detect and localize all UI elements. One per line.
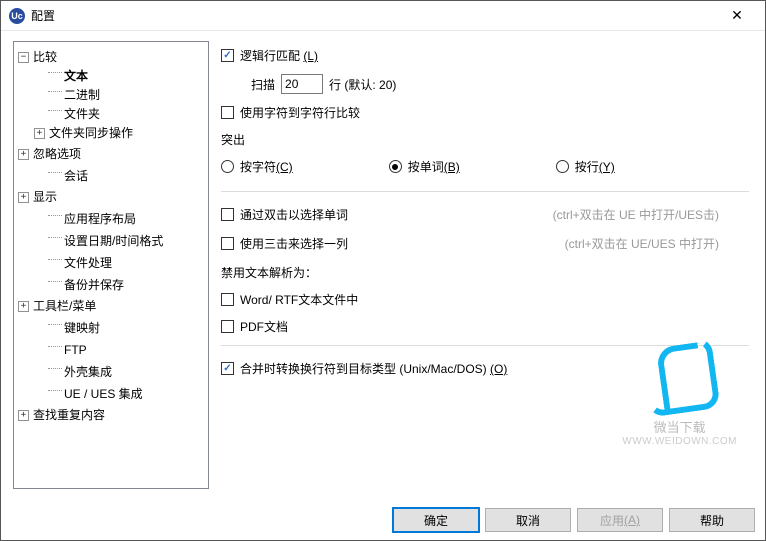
- tree-label: 文件夹同步操作: [49, 124, 133, 143]
- tree-item-ftp[interactable]: FTP: [16, 338, 206, 360]
- tree-label: 二进制: [64, 86, 100, 105]
- pdf-checkbox[interactable]: [221, 320, 234, 333]
- tree-item-ue-integration[interactable]: UE / UES 集成: [16, 382, 206, 404]
- watermark-text2: WWW.WEIDOWN.COM: [622, 436, 737, 447]
- tree-item-folder[interactable]: 文件夹: [16, 105, 206, 124]
- window-title: 配置: [31, 7, 717, 24]
- divider: [221, 345, 749, 346]
- word-rtf-row: Word/ RTF文本文件中: [221, 291, 749, 308]
- pdf-label: PDF文档: [240, 318, 288, 335]
- tree-item-keymap[interactable]: 键映射: [16, 316, 206, 338]
- radio-word[interactable]: 按单词(B): [389, 158, 460, 175]
- tree-label: 文件处理: [64, 254, 112, 273]
- help-button[interactable]: 帮助: [669, 508, 755, 532]
- tree-item-toolbar[interactable]: +工具栏/菜单: [16, 295, 206, 316]
- tree-label: UE / UES 集成: [64, 385, 143, 404]
- watermark-text1: 微当下载: [622, 417, 737, 436]
- watermark-logo-icon: [639, 336, 720, 417]
- tree-label: 忽略选项: [33, 145, 81, 164]
- tree-label: 工具栏/菜单: [33, 297, 96, 316]
- tree-item-display[interactable]: +显示: [16, 186, 206, 207]
- close-icon[interactable]: ✕: [717, 1, 757, 31]
- radio-word-label: 按单词: [408, 160, 444, 174]
- char-compare-checkbox[interactable]: [221, 106, 234, 119]
- triple-click-checkbox[interactable]: [221, 237, 234, 250]
- tree-item-ignore[interactable]: +忽略选项: [16, 143, 206, 164]
- tree-item-compare[interactable]: −比较 文本 二进制 文件夹 +文件夹同步操作: [16, 46, 206, 143]
- radio-char[interactable]: 按字符(C): [221, 158, 293, 175]
- tree-item-app-layout[interactable]: 应用程序布局: [16, 207, 206, 229]
- tree-item-text[interactable]: 文本: [16, 67, 206, 86]
- apply-button[interactable]: 应用(A): [577, 508, 663, 532]
- tree-label: 文本: [64, 67, 88, 86]
- tree-item-folder-sync[interactable]: +文件夹同步操作: [16, 124, 206, 143]
- tree-label: 文件夹: [64, 105, 100, 124]
- word-rtf-label: Word/ RTF文本文件中: [240, 291, 358, 308]
- logic-line-match-label: 逻辑行匹配 (L): [240, 47, 318, 64]
- ok-button[interactable]: 确定: [393, 508, 479, 532]
- dbl-click-checkbox[interactable]: [221, 208, 234, 221]
- pdf-row: PDF文档: [221, 318, 749, 335]
- logic-line-match-checkbox[interactable]: [221, 49, 234, 62]
- dialog-buttons: 确定 取消 应用(A) 帮助: [393, 508, 755, 532]
- radio-line[interactable]: 按行(Y): [556, 158, 615, 175]
- tree-label: 比较: [33, 48, 57, 67]
- radio-line-label: 按行: [575, 160, 599, 174]
- scan-row: 扫描 行 (默认: 20): [221, 74, 749, 94]
- convert-eol-row: 合并时转换换行符到目标类型 (Unix/Mac/DOS) (O): [221, 360, 749, 377]
- tree-label: 备份并保存: [64, 276, 124, 295]
- tree-label: 显示: [33, 188, 57, 207]
- tree-label: 会话: [64, 167, 88, 186]
- scan-label: 扫描: [251, 76, 275, 93]
- highlight-label: 突出: [221, 131, 749, 148]
- word-rtf-checkbox[interactable]: [221, 293, 234, 306]
- tree-item-file-handle[interactable]: 文件处理: [16, 251, 206, 273]
- dbl-click-label: 通过双击以选择单词: [240, 206, 348, 223]
- dbl-click-hint: (ctrl+双击在 UE 中打开/UES击): [348, 206, 749, 223]
- radio-char-label: 按字符: [240, 160, 276, 174]
- tree-label: 查找重复内容: [33, 406, 105, 425]
- scan-input[interactable]: [281, 74, 323, 94]
- tree-label: FTP: [64, 341, 87, 360]
- logic-line-match-row: 逻辑行匹配 (L): [221, 47, 749, 64]
- disable-parse-label: 禁用文本解析为：: [221, 264, 749, 281]
- tree-label: 键映射: [64, 319, 100, 338]
- char-compare-row: 使用字符到字符行比较: [221, 104, 749, 121]
- tree-label: 设置日期/时间格式: [64, 232, 163, 251]
- titlebar: Uc 配置 ✕: [1, 1, 765, 31]
- triple-click-hint: (ctrl+双击在 UE/UES 中打开): [348, 235, 749, 252]
- settings-panel: 逻辑行匹配 (L) 扫描 行 (默认: 20) 使用字符到字符行比较 突出 按字…: [221, 41, 753, 489]
- triple-click-label: 使用三击来选择一列: [240, 235, 348, 252]
- tree-item-find-dup[interactable]: +查找重复内容: [16, 404, 206, 425]
- scan-suffix: 行 (默认: 20): [329, 76, 396, 93]
- tree-label: 应用程序布局: [64, 210, 136, 229]
- tree-item-date-format[interactable]: 设置日期/时间格式: [16, 229, 206, 251]
- divider: [221, 191, 749, 192]
- cancel-button[interactable]: 取消: [485, 508, 571, 532]
- convert-eol-label: 合并时转换换行符到目标类型 (Unix/Mac/DOS) (O): [240, 360, 507, 377]
- tree-item-shell[interactable]: 外壳集成: [16, 360, 206, 382]
- tree-label: 外壳集成: [64, 363, 112, 382]
- convert-eol-checkbox[interactable]: [221, 362, 234, 375]
- highlight-radio-group: 按字符(C) 按单词(B) 按行(Y): [221, 158, 749, 175]
- tree-item-session[interactable]: 会话: [16, 164, 206, 186]
- watermark: 微当下载 WWW.WEIDOWN.COM: [622, 341, 737, 447]
- app-icon: Uc: [9, 8, 25, 24]
- tree-item-backup[interactable]: 备份并保存: [16, 273, 206, 295]
- char-compare-label: 使用字符到字符行比较: [240, 104, 360, 121]
- tree-item-binary[interactable]: 二进制: [16, 86, 206, 105]
- nav-tree[interactable]: −比较 文本 二进制 文件夹 +文件夹同步操作 +忽略选项 会话 +显示 应用程…: [13, 41, 209, 489]
